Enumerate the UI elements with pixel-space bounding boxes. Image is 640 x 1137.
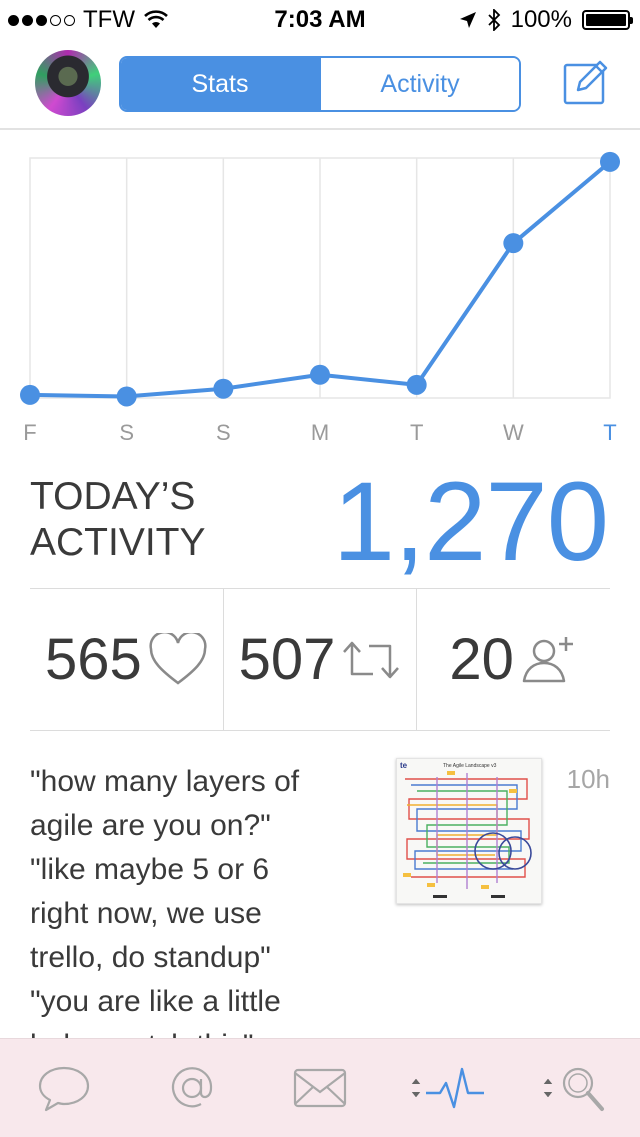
retweets-count: 507 <box>238 627 336 692</box>
segmented-control: Stats Activity <box>119 56 521 112</box>
divider <box>30 730 610 731</box>
x-tick-label: S <box>119 420 134 445</box>
mention-icon <box>171 1067 213 1108</box>
followers-stat[interactable]: 20 <box>416 589 610 730</box>
tab-mentions[interactable] <box>128 1039 256 1137</box>
compose-icon[interactable] <box>562 58 610 106</box>
search-icon <box>543 1067 604 1111</box>
x-tick-label: F <box>23 420 36 445</box>
tab-activity[interactable] <box>384 1039 512 1137</box>
status-bar: TFW 7:03 AM 100% <box>0 0 640 40</box>
nav-bar: Stats Activity <box>0 40 640 130</box>
tweet-text[interactable]: "how many layers of agile are you on?" "… <box>30 760 360 1038</box>
x-tick-label: S <box>216 420 231 445</box>
x-tick-label: W <box>503 420 524 445</box>
todays-activity-value: 1,270 <box>332 459 609 584</box>
data-point <box>20 384 40 405</box>
speech-bubble-icon <box>38 1066 90 1112</box>
tab-search[interactable] <box>512 1039 640 1137</box>
data-point <box>213 378 234 399</box>
envelope-icon <box>293 1068 347 1108</box>
line-chart: FSSMTWT <box>20 151 620 445</box>
bluetooth-icon <box>487 9 500 31</box>
tweet-timestamp: 10h <box>566 764 610 794</box>
retweets-stat[interactable]: 507 <box>222 589 417 730</box>
tab-timeline[interactable] <box>0 1039 128 1137</box>
x-tick-label: T <box>603 420 616 445</box>
tweet-image-thumbnail[interactable]: te The Agile Landscape v3 <box>396 758 542 904</box>
data-point <box>406 374 427 395</box>
likes-count: 565 <box>44 627 142 692</box>
tab-activity[interactable]: Activity <box>319 58 519 110</box>
add-follower-icon <box>522 636 573 682</box>
x-tick-label: M <box>311 420 329 445</box>
tab-messages[interactable] <box>256 1039 384 1137</box>
thumbnail-logo: te <box>400 761 408 770</box>
activity-icon <box>411 1067 484 1109</box>
data-point <box>600 151 620 172</box>
activity-chart: FSSMTWT <box>0 130 640 460</box>
x-tick-label: T <box>410 420 423 445</box>
data-point <box>503 233 524 254</box>
data-point <box>310 364 330 385</box>
agile-landscape-map-image: te The Agile Landscape v3 <box>400 761 532 898</box>
likes-stat[interactable]: 565 <box>30 589 223 730</box>
tab-stats[interactable]: Stats <box>121 58 319 110</box>
tab-bar <box>0 1038 640 1137</box>
thumbnail-caption: The Agile Landscape v3 <box>443 763 497 769</box>
data-point <box>116 386 137 407</box>
todays-activity-label: TODAY’S ACTIVITY <box>30 475 206 564</box>
stats-row: 565 507 20 <box>30 589 610 730</box>
battery-percent: 100% <box>510 6 572 33</box>
status-right: 100% <box>459 6 633 34</box>
location-arrow-icon <box>459 12 476 28</box>
battery-icon <box>582 10 633 30</box>
avatar[interactable] <box>35 50 101 116</box>
retweet-icon <box>343 641 400 678</box>
followers-count: 20 <box>449 627 514 692</box>
heart-icon <box>149 632 207 685</box>
